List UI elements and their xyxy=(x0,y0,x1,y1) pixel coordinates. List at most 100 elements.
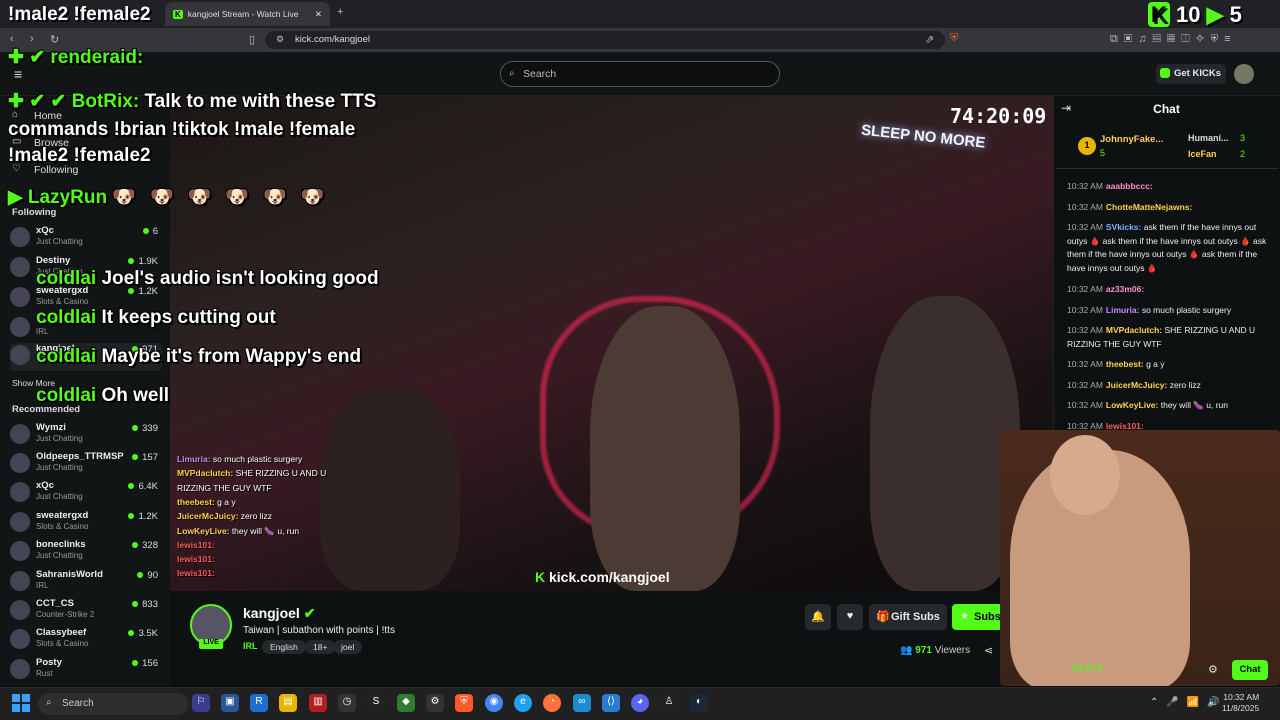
channel-category: IRL xyxy=(36,581,49,590)
chat-message[interactable]: 10:32 AM SVkicks: ask them if the have in… xyxy=(1067,221,1267,275)
discord-icon[interactable]: ◕ xyxy=(631,694,649,712)
chat-message[interactable]: 10:32 AM Limuria: so much plastic surgery xyxy=(1067,304,1267,318)
app-icon[interactable]: ⚙ xyxy=(426,694,444,712)
tag-joel[interactable]: joel xyxy=(333,640,363,654)
recommended-item[interactable]: Oldpeeps_TTRMSP Just Chatting 157 xyxy=(10,451,162,479)
chat-message[interactable]: 10:32 AM LowKeyLive: they will 🍆 u, run xyxy=(1067,399,1267,413)
tag-18plus[interactable]: 18+ xyxy=(305,640,336,654)
kicks-coin-icon xyxy=(1160,68,1170,78)
chat-username[interactable]: theebest: xyxy=(1106,359,1144,369)
app-icon[interactable]: R xyxy=(250,694,268,712)
app-icon[interactable]: ♙ xyxy=(660,694,678,712)
chat-message[interactable]: 10:32 AM MVPdaclutch: SHE RIZZING U AND U… xyxy=(1067,324,1267,351)
app-icon[interactable]: ◷ xyxy=(338,694,356,712)
star-icon: ★ xyxy=(960,611,969,622)
chat-username[interactable]: Limuria: xyxy=(1106,305,1140,315)
back-icon[interactable]: ‹ xyxy=(10,33,14,45)
steam-icon[interactable]: ◐ xyxy=(690,694,708,712)
app-icon[interactable]: ▥ xyxy=(309,694,327,712)
user-avatar[interactable] xyxy=(1234,64,1254,84)
taskbar-clock[interactable]: 10:32 AM 11/8/2025 xyxy=(1222,692,1259,714)
chat-message[interactable]: 10:32 AM theebest: g a y xyxy=(1067,358,1267,372)
share-icon[interactable]: ⋖ xyxy=(984,644,993,657)
overlay-message: commands !brian !tiktok !male !female xyxy=(8,119,356,140)
chat-timestamp: 10:32 AM xyxy=(1067,359,1103,369)
person-shape xyxy=(590,306,740,591)
chat-username[interactable]: aaabbbccc: xyxy=(1106,181,1153,191)
stream-category[interactable]: IRL xyxy=(243,641,258,651)
edge-icon[interactable]: e xyxy=(514,694,532,712)
windows-start-icon[interactable] xyxy=(12,694,30,712)
tag-english[interactable]: English xyxy=(262,640,306,654)
doge-emotes-icon: 🐶🐶🐶🐶🐶🐶 xyxy=(112,187,339,208)
channel-name: xQc xyxy=(36,480,54,491)
chat-username[interactable]: SVkicks: xyxy=(1106,222,1141,232)
chat-username[interactable]: JuicerMcJuicy: xyxy=(1106,380,1167,390)
chrome-icon[interactable]: ◉ xyxy=(485,694,503,712)
video-chat-user: JuicerMcJuicy: xyxy=(177,511,239,522)
chat-username[interactable]: az33m06: xyxy=(1106,284,1144,294)
system-tray-icons[interactable]: ⌃🎤📶🔊 xyxy=(1150,697,1228,708)
notification-bell-button[interactable]: 🔔 xyxy=(805,604,831,630)
streamer-name[interactable]: kangjoel ✔ xyxy=(243,605,315,622)
video-chat-user: lewis101: xyxy=(177,539,215,550)
brave-icon[interactable]: ⛨ xyxy=(455,694,473,712)
chat-username[interactable]: ChotteMatteNejawns: xyxy=(1106,202,1192,212)
chat-message[interactable]: 10:32 AM ChotteMatteNejawns: xyxy=(1067,201,1267,215)
taskbar-search[interactable]: Search xyxy=(38,693,188,715)
share-icon[interactable]: ⇗ xyxy=(925,33,934,46)
recommended-item[interactable]: SahranisWorld IRL 90 xyxy=(10,569,162,597)
overlay-counter-a: 10 xyxy=(1176,2,1201,27)
bookmark-icon[interactable]: ▯ xyxy=(249,33,255,46)
collapse-chat-icon[interactable]: ⇥ xyxy=(1061,101,1071,115)
leaderboard-name: JohnnyFake... xyxy=(1100,134,1164,145)
search-input[interactable]: Search xyxy=(500,61,780,87)
follow-button[interactable]: ♥ xyxy=(837,604,863,630)
settings-icon[interactable]: ⚙ xyxy=(1208,663,1218,676)
channel-category: Slots & Casino xyxy=(36,639,89,648)
channel-viewers: 1.2K xyxy=(128,511,158,522)
chat-timestamp: 10:32 AM xyxy=(1067,202,1103,212)
channel-category: Just Chatting xyxy=(36,492,83,501)
recommended-item[interactable]: CCT_CS Counter-Strike 2 833 xyxy=(10,598,162,626)
recommended-item[interactable]: Posty Rust 156 xyxy=(10,657,162,685)
site-info-icon[interactable]: ⚙ xyxy=(276,34,284,45)
app-icon[interactable]: ◆ xyxy=(397,694,415,712)
firefox-icon[interactable]: ◔ xyxy=(543,694,561,712)
leaderboard-count: 3 xyxy=(1240,133,1246,143)
recommended-item[interactable]: Classybeef Slots & Casino 3.5K xyxy=(10,627,162,655)
browser-tab[interactable]: K kangjoel Stream - Watch Live ✕ xyxy=(165,2,330,26)
tab-title: kangjoel Stream - Watch Live xyxy=(187,9,299,19)
overlay-chat-line: coldlai Oh well xyxy=(8,383,169,409)
file-explorer-icon[interactable]: ▤ xyxy=(279,694,297,712)
chat-message[interactable]: 10:32 AM az33m06: xyxy=(1067,283,1267,297)
chat-text: g a y xyxy=(1146,359,1165,369)
stream-url-watermark: K kick.com/kangjoel xyxy=(535,569,670,585)
chat-timestamp: 10:32 AM xyxy=(1067,222,1103,232)
url-input[interactable]: kick.com/kangjoel xyxy=(265,31,945,49)
video-chat-message: SHE RIZZING U AND U xyxy=(235,468,327,479)
tab-close-icon[interactable]: ✕ xyxy=(315,9,322,20)
recommended-item[interactable]: xQc Just Chatting 6.4K xyxy=(10,480,162,508)
new-tab-button[interactable]: + xyxy=(337,6,343,18)
chat-username[interactable]: LowKeyLive: xyxy=(1106,400,1158,410)
app-icon[interactable]: ▣ xyxy=(221,694,239,712)
recommended-item[interactable]: sweatergxd Slots & Casino 1.2K xyxy=(10,510,162,538)
overlay-chat-line: ▶ LazyRun 🐶🐶🐶🐶🐶🐶 xyxy=(8,185,338,211)
recommended-item[interactable]: boneclinks Just Chatting 328 xyxy=(10,539,162,567)
kick-logo-icon: K xyxy=(1148,2,1170,27)
extension-icons[interactable]: ⧉▣♫▤▦◫✧⛨≡ xyxy=(1110,33,1237,46)
vscode-icon[interactable]: ⟨⟩ xyxy=(602,694,620,712)
chat-message[interactable]: 10:32 AM JuicerMcJuicy: zero lizz xyxy=(1067,379,1267,393)
kick-favicon-icon: K xyxy=(173,9,183,19)
app-icon[interactable]: ⚐ xyxy=(192,694,210,712)
forward-icon[interactable]: › xyxy=(30,33,34,45)
chat-message[interactable]: 10:32 AM aaabbbccc: xyxy=(1067,180,1267,194)
following-item-xqc[interactable]: xQc Just Chatting 6 xyxy=(10,225,162,253)
chat-send-button[interactable]: Chat xyxy=(1232,660,1268,680)
brave-shield-icon[interactable]: ⛨ xyxy=(950,32,958,45)
chat-username[interactable]: MVPdaclutch: xyxy=(1106,325,1162,335)
app-icon[interactable]: ∞ xyxy=(573,694,591,712)
app-icon[interactable]: S xyxy=(367,694,385,712)
recommended-item[interactable]: Wymzi Just Chatting 339 xyxy=(10,422,162,450)
